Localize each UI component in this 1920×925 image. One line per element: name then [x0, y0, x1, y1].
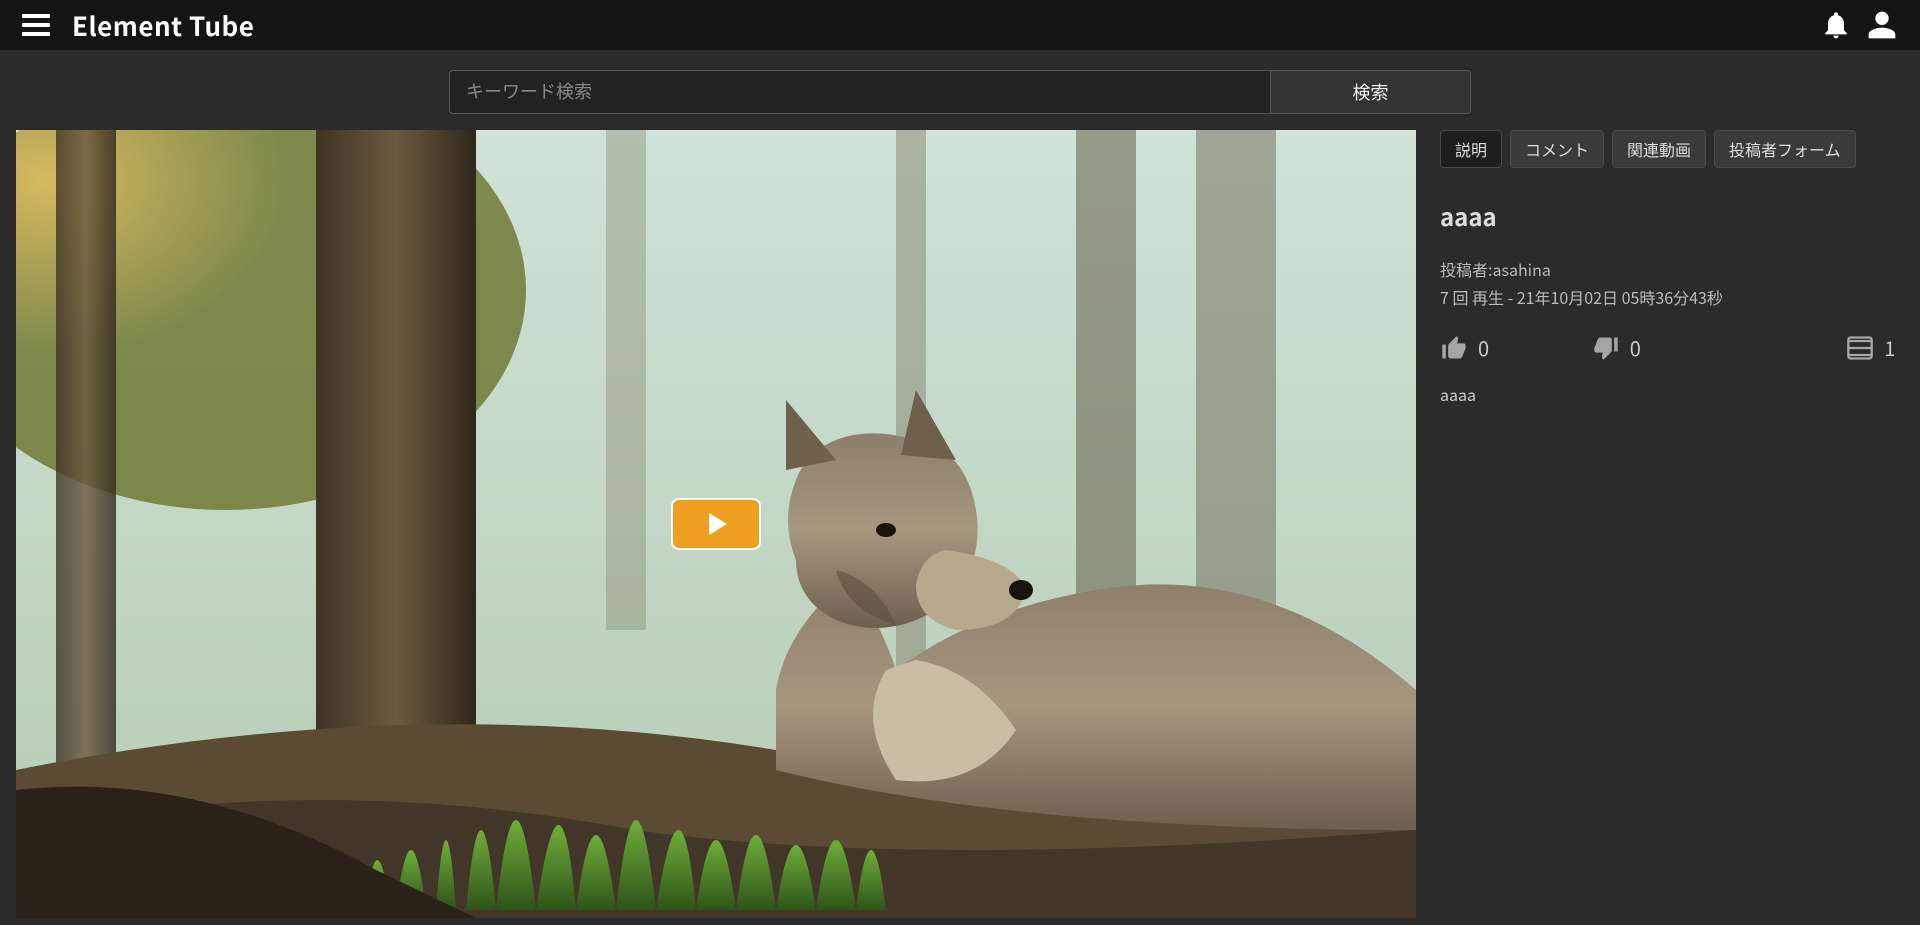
list-icon	[1846, 334, 1874, 362]
menu-icon[interactable]	[22, 14, 50, 36]
tab-description[interactable]: 説明	[1440, 130, 1502, 168]
play-button[interactable]	[671, 498, 761, 550]
uploader-label[interactable]: 投稿者:asahina	[1440, 257, 1900, 281]
video-player[interactable]	[16, 130, 1416, 918]
thumb-up-icon	[1440, 334, 1468, 362]
main-content: 説明 コメント 関連動画 投稿者フォーム aaaa 投稿者:asahina 7 …	[0, 130, 1920, 918]
dislike-count: 0	[1630, 333, 1641, 362]
like-count: 0	[1478, 333, 1489, 362]
video-description: aaaa	[1440, 382, 1900, 406]
tab-uploader[interactable]: 投稿者フォーム	[1714, 130, 1856, 168]
thumb-down-icon	[1592, 334, 1620, 362]
search-button[interactable]: 検索	[1270, 71, 1470, 113]
app-header: Element Tube	[0, 0, 1920, 50]
playlist-count: 1	[1884, 333, 1895, 362]
playlist-stat[interactable]: 1	[1744, 333, 1896, 362]
brand-title[interactable]: Element Tube	[72, 7, 254, 44]
tab-comments[interactable]: コメント	[1510, 130, 1604, 168]
video-title: aaaa	[1440, 198, 1900, 233]
bell-icon[interactable]	[1820, 9, 1852, 41]
dislike-stat[interactable]: 0	[1592, 333, 1744, 362]
stats-row: 0 0 1	[1440, 333, 1900, 362]
tab-related[interactable]: 関連動画	[1612, 130, 1706, 168]
search-input[interactable]	[450, 71, 1270, 113]
views-label: 7 回 再生 - 21年10月02日 05時36分43秒	[1440, 285, 1900, 309]
search-bar: 検索	[0, 50, 1920, 130]
like-stat[interactable]: 0	[1440, 333, 1592, 362]
user-icon[interactable]	[1866, 9, 1898, 41]
tab-bar: 説明 コメント 関連動画 投稿者フォーム	[1440, 130, 1900, 168]
info-sidebar: 説明 コメント 関連動画 投稿者フォーム aaaa 投稿者:asahina 7 …	[1440, 130, 1900, 918]
